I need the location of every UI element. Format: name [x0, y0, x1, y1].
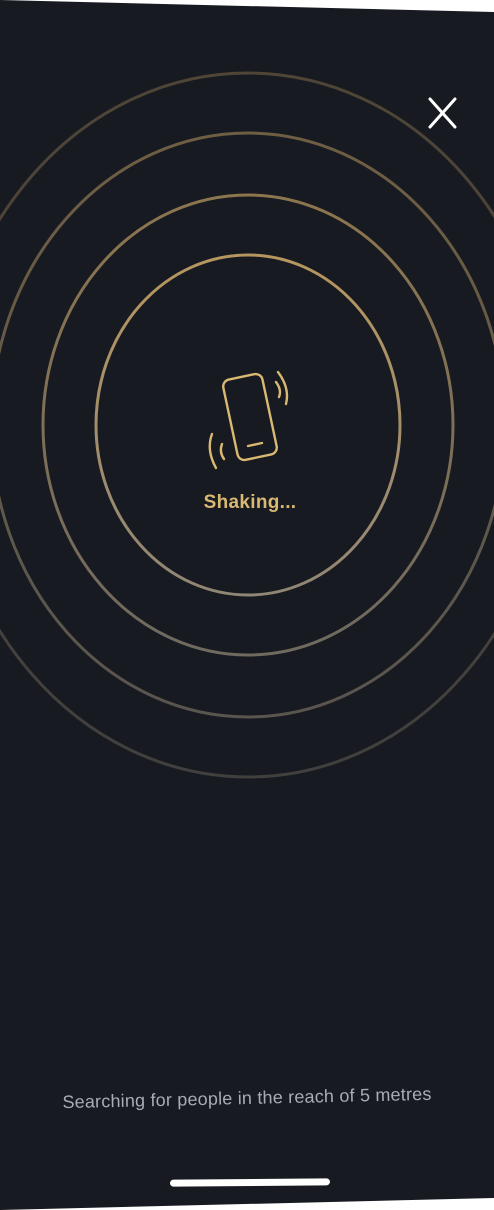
home-indicator[interactable] — [169, 1178, 331, 1187]
close-button[interactable] — [422, 92, 462, 136]
close-icon — [428, 97, 457, 129]
shake-screen: Shaking... Searching for people in the r… — [0, 0, 494, 1210]
phone-vibrate-icon — [200, 362, 300, 474]
shaking-status-label: Shaking... — [203, 492, 297, 513]
radar-rings — [0, 71, 494, 779]
